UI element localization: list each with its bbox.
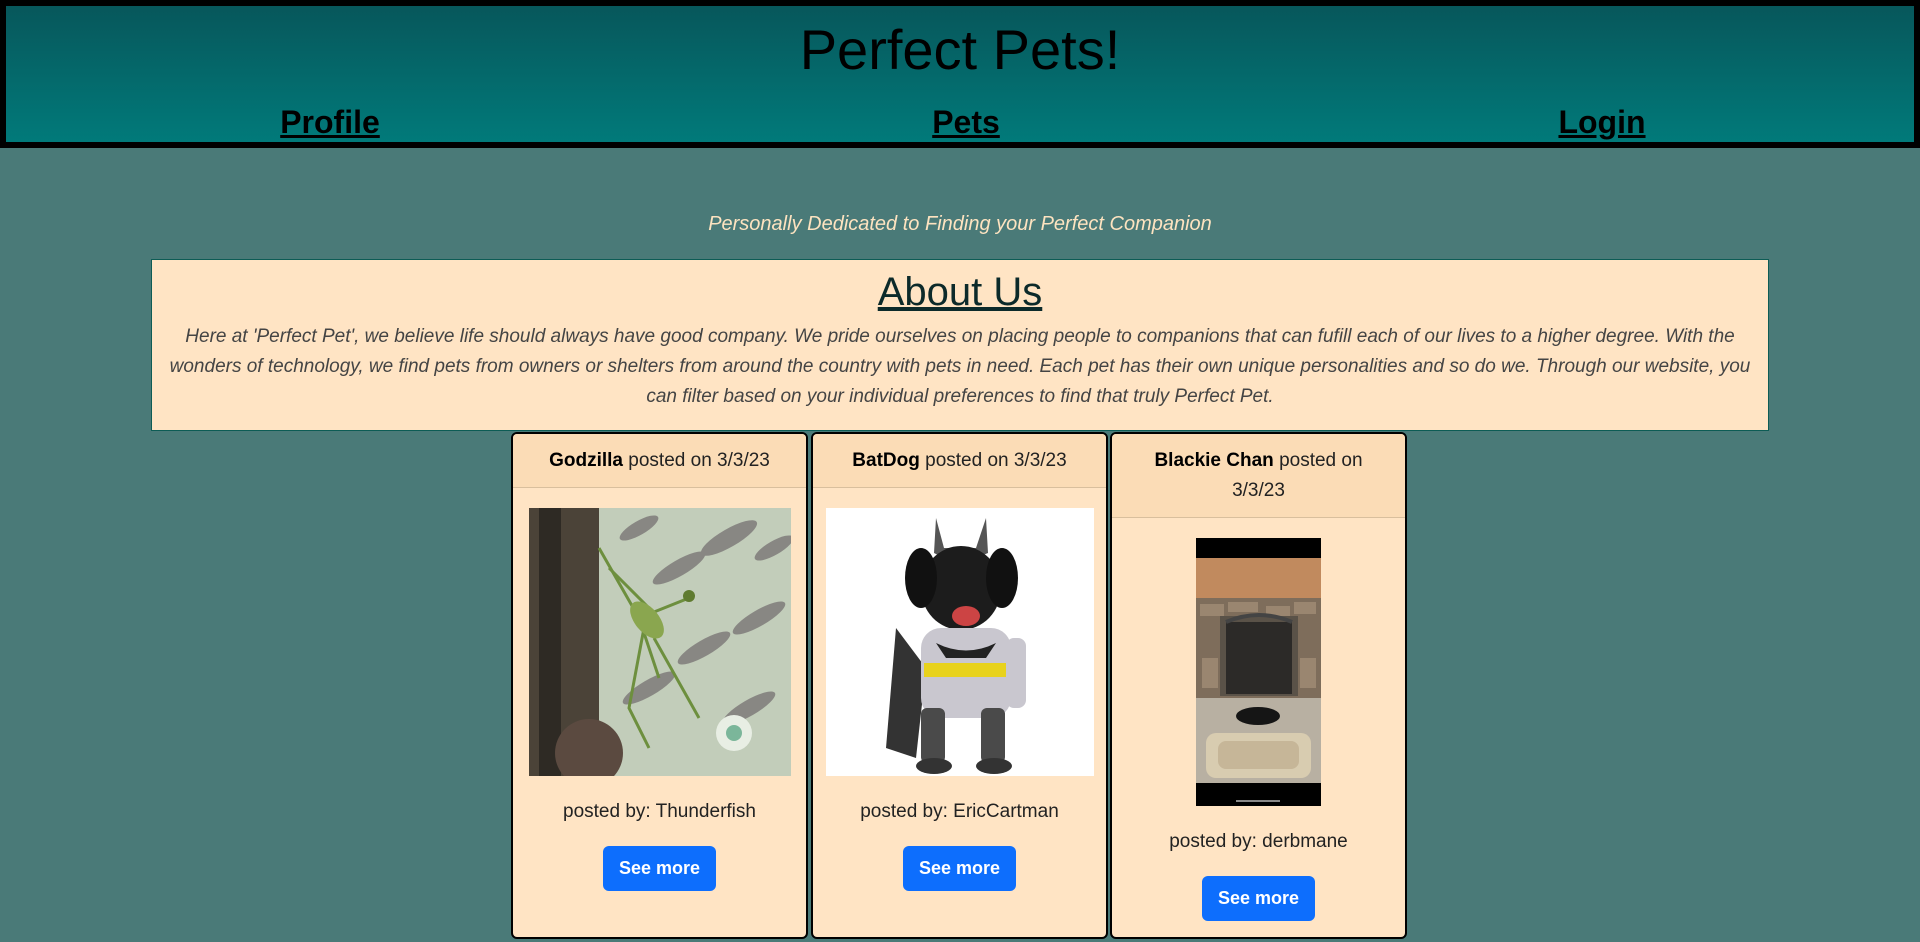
see-more-button[interactable]: See more — [902, 846, 1017, 891]
about-us-text: Here at 'Perfect Pet', we believe life s… — [169, 326, 1751, 407]
site-title: Perfect Pets! — [799, 18, 1121, 81]
card-header: BatDog posted on 3/3/23 — [813, 434, 1106, 488]
posted-date: posted on 3/3/23 — [628, 450, 770, 471]
card-header: Godzilla posted on 3/3/23 — [513, 434, 806, 488]
pet-photo-mantis — [528, 508, 791, 776]
pet-name: Blackie Chan — [1154, 450, 1274, 471]
about-us-section: About Us Here at 'Perfect Pet', we belie… — [151, 259, 1769, 431]
pet-card-batdog: BatDog posted on 3/3/23 posted by: EricC… — [811, 432, 1108, 939]
card-header: Blackie Chan posted on 3/3/23 — [1112, 434, 1405, 518]
posted-by: posted by: derbmane — [1169, 831, 1348, 852]
nav-login-link[interactable]: Login — [1558, 102, 1645, 142]
pet-photo-fireplace — [1196, 538, 1321, 806]
pet-card-godzilla: Godzilla posted on 3/3/23 posted by: Thu… — [511, 432, 808, 939]
posted-by: posted by: Thunderfish — [563, 801, 756, 822]
pet-name: BatDog — [852, 450, 920, 471]
posted-by: posted by: EricCartman — [860, 801, 1059, 822]
about-us-title: About Us — [877, 270, 1043, 314]
posted-date: posted on 3/3/23 — [925, 450, 1067, 471]
pet-card-blackie-chan: Blackie Chan posted on 3/3/23 posted by:… — [1110, 432, 1407, 939]
nav-profile-link[interactable]: Profile — [280, 102, 380, 142]
pet-name: Godzilla — [549, 450, 624, 471]
see-more-button[interactable]: See more — [602, 846, 717, 891]
pet-photo-batdog — [825, 508, 1094, 776]
site-header: Perfect Pets! Profile Pets Login — [0, 0, 1920, 148]
see-more-button[interactable]: See more — [1201, 876, 1316, 921]
tagline: Personally Dedicated to Finding your Per… — [708, 213, 1212, 235]
nav-pets-link[interactable]: Pets — [932, 102, 1000, 142]
